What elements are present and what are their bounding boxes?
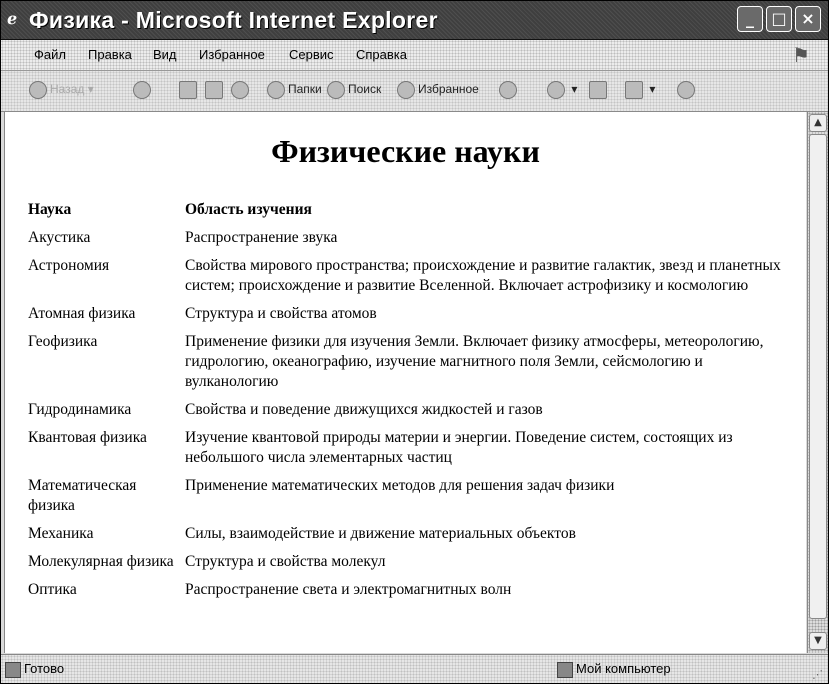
table-row: Механика Силы, взаимодействие и движение …: [28, 521, 791, 549]
media-icon: [499, 81, 517, 99]
menu-help[interactable]: Справка: [356, 47, 407, 62]
table-row: Оптика Распространение света и электромаг…: [28, 577, 791, 605]
table-row: Гидродинамика Свойства и поведение движущ…: [28, 397, 791, 425]
forward-arrow-icon: [133, 81, 151, 99]
minimize-button[interactable]: _: [737, 6, 763, 32]
security-zone: Мой компьютер: [557, 661, 671, 678]
field-cell: Структура и свойства молекул: [185, 553, 386, 570]
favorites-button[interactable]: Избранное: [397, 81, 479, 99]
messenger-icon: [677, 81, 695, 99]
menu-tools[interactable]: Сервис: [289, 47, 334, 62]
scroll-up-button[interactable]: ▲: [809, 114, 827, 132]
vertical-scrollbar[interactable]: ▲ ▼: [807, 112, 828, 653]
field-cell: Структура и свойства атомов: [185, 305, 377, 322]
science-cell: Гидродинамика: [28, 401, 132, 418]
menu-bar: Файл Правка Вид Избранное Сервис Справка…: [1, 40, 828, 71]
science-cell: Астрономия: [28, 257, 110, 274]
forward-button[interactable]: [133, 81, 154, 99]
page-heading: Физические науки: [271, 133, 540, 169]
media-button[interactable]: [499, 81, 520, 99]
refresh-button[interactable]: [205, 81, 226, 99]
field-cell: Силы, взаимодействие и движение материал…: [185, 525, 576, 542]
table-row: Квантовая физика Изучение квантовой приро…: [28, 425, 791, 473]
home-icon: [231, 81, 249, 99]
scroll-down-button[interactable]: ▼: [809, 632, 827, 650]
home-button[interactable]: [231, 81, 252, 99]
back-button[interactable]: Назад ▾: [29, 81, 94, 99]
column-header-science: Наука: [28, 201, 72, 218]
ie-app-icon: ℯ: [7, 9, 18, 28]
title-bar[interactable]: ℯ Физика - Microsoft Internet Explorer _…: [1, 1, 828, 40]
field-cell: Свойства мирового пространства; происхож…: [185, 257, 781, 294]
browser-window: ℯ Физика - Microsoft Internet Explorer _…: [0, 0, 829, 684]
science-cell: Атомная физика: [28, 305, 136, 322]
print-icon: [625, 81, 643, 99]
scroll-thumb[interactable]: [809, 134, 827, 619]
close-button[interactable]: ×: [795, 6, 821, 32]
refresh-icon: [205, 81, 223, 99]
stop-icon: [179, 81, 197, 99]
field-cell: Изучение квантовой природы материи и эне…: [185, 429, 733, 466]
table-row: Математическая физика Применение математи…: [28, 473, 791, 521]
maximize-button[interactable]: □: [766, 6, 792, 32]
field-cell: Распространение света и электромагнитных…: [185, 581, 512, 598]
table-row: Астрономия Свойства мирового пространства…: [28, 253, 791, 301]
science-cell: Молекулярная физика: [28, 553, 174, 570]
window-title: Физика - Microsoft Internet Explorer: [29, 7, 438, 33]
science-cell: Квантовая физика: [28, 429, 147, 446]
mail-button[interactable]: [589, 81, 610, 99]
column-header-field: Область изучения: [185, 201, 312, 218]
computer-icon: [557, 661, 573, 678]
sciences-table: Наука Область изучения Акустика Распростр…: [28, 197, 791, 605]
search-button[interactable]: Поиск: [327, 81, 381, 99]
toolbar: Назад ▾ Папки Поиск Избранное ▾ ▾: [1, 71, 828, 112]
folders-button[interactable]: Папки: [267, 81, 322, 99]
menu-edit[interactable]: Правка: [88, 47, 132, 62]
history-icon: [547, 81, 565, 99]
table-row: Атомная физика Структура и свойства атомо…: [28, 301, 791, 329]
windows-flag-icon: ⚑: [792, 43, 810, 67]
print-button[interactable]: ▾: [625, 81, 655, 99]
messenger-button[interactable]: [677, 81, 698, 99]
science-cell: Оптика: [28, 581, 77, 598]
menu-favorites[interactable]: Избранное: [199, 47, 265, 62]
mail-icon: [589, 81, 607, 99]
stop-button[interactable]: [179, 81, 200, 99]
science-cell: Геофизика: [28, 333, 98, 350]
science-cell: Математическая физика: [28, 477, 137, 514]
menu-view[interactable]: Вид: [153, 47, 177, 62]
table-row: Акустика Распространение звука: [28, 225, 791, 253]
status-bar: Готово Мой компьютер ⋰: [1, 654, 828, 683]
menu-file[interactable]: Файл: [34, 47, 66, 62]
field-cell: Свойства и поведение движущихся жидкосте…: [185, 401, 543, 418]
field-cell: Распространение звука: [185, 229, 338, 246]
table-header-row: Наука Область изучения: [28, 197, 791, 225]
search-icon: [327, 81, 345, 99]
table-row: Геофизика Применение физики для изучения …: [28, 329, 791, 397]
page-icon: [5, 661, 21, 678]
page-content[interactable]: Физические науки Наука Область изучения …: [4, 112, 806, 653]
table-row: Молекулярная физика Структура и свойства …: [28, 549, 791, 577]
status-text: Готово: [5, 661, 64, 678]
science-cell: Акустика: [28, 229, 91, 246]
field-cell: Применение математических методов для ре…: [185, 477, 615, 494]
back-arrow-icon: [29, 81, 47, 99]
science-cell: Механика: [28, 525, 94, 542]
star-icon: [397, 81, 415, 99]
history-button[interactable]: ▾: [547, 81, 577, 99]
resize-grip-icon[interactable]: ⋰: [812, 668, 826, 682]
folders-icon: [267, 81, 285, 99]
field-cell: Применение физики для изучения Земли. Вк…: [185, 333, 764, 390]
